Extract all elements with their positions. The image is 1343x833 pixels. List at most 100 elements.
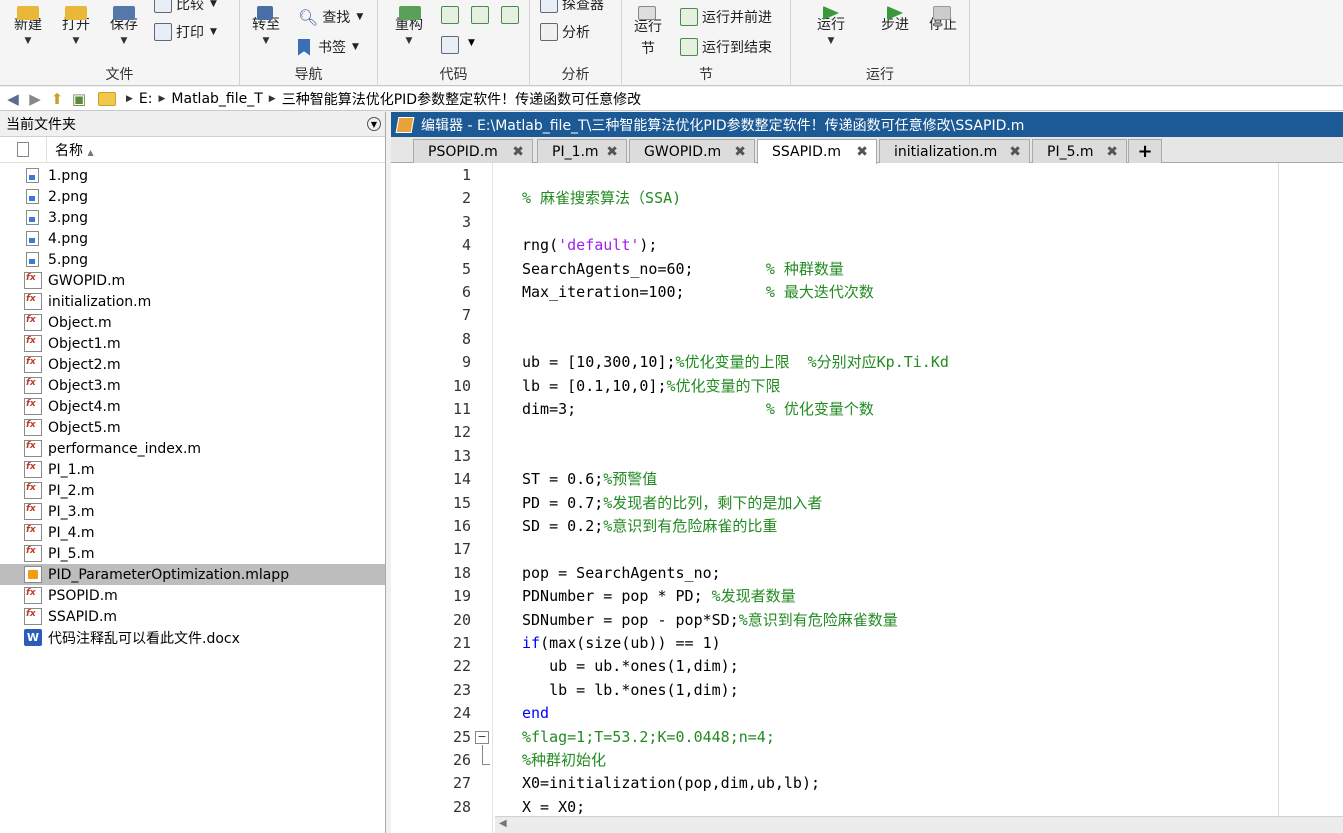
code-line[interactable]: SearchAgents_no=60; % 种群数量 [522, 258, 844, 281]
file-row[interactable]: Object4.m [0, 396, 385, 417]
step-button[interactable]: 步进 [877, 6, 913, 34]
line-number: 19 [452, 587, 471, 606]
panel-menu-icon[interactable]: ▼ [367, 117, 381, 131]
open-button[interactable]: 打开 ▼ [58, 6, 94, 46]
file-row[interactable]: W 代码注释乱可以看此文件.docx [0, 627, 385, 648]
comment-icon[interactable] [471, 6, 489, 24]
run-button[interactable]: 运行 ▼ [813, 6, 849, 46]
code-line[interactable]: pop = SearchAgents_no; [522, 562, 721, 585]
add-tab-icon[interactable]: + [1128, 139, 1162, 163]
close-icon[interactable]: ✖ [734, 144, 746, 160]
chevron-down-icon[interactable]: ▼ [468, 38, 475, 48]
find-button[interactable]: 🔍︎ 查找 ▼ [298, 7, 363, 27]
code-line[interactable]: %种群初始化 [522, 749, 606, 772]
code-token: SDNumber = pop - pop*SD; [522, 610, 739, 629]
code-text[interactable]: % 麻雀搜索算法（SSA) rng('default'); SearchAgents… [522, 163, 1277, 833]
editor-tab[interactable]: PSOPID.m ✖ [413, 139, 533, 163]
code-line[interactable]: %flag=1;T=53.2;K=0.0448;n=4; [522, 726, 775, 749]
fold-end-marker [482, 764, 490, 765]
code-line[interactable]: PD = 0.7;%发现者的比列，剩下的是加入者 [522, 492, 822, 515]
file-row[interactable]: 5.png [0, 249, 385, 270]
file-row[interactable]: Object2.m [0, 354, 385, 375]
editor-tab[interactable]: GWOPID.m ✖ [629, 139, 755, 163]
forward-icon[interactable]: ▶ [24, 90, 46, 108]
type-column-header[interactable] [0, 136, 47, 163]
horizontal-scrollbar[interactable]: ◀ [495, 816, 1343, 833]
editor-tab[interactable]: initialization.m ✖ [879, 139, 1030, 163]
tab-label: initialization.m [894, 143, 998, 160]
editor-tab[interactable]: PI_5.m ✖ [1032, 139, 1127, 163]
file-row[interactable]: 2.png [0, 186, 385, 207]
compare-button[interactable]: 比较 ▼ [154, 0, 217, 14]
code-line[interactable]: PDNumber = pop * PD; %发现者数量 [522, 585, 796, 608]
run-to-end-button[interactable]: 运行到结束 [680, 37, 772, 57]
file-row[interactable]: initialization.m [0, 291, 385, 312]
file-row[interactable]: PI_5.m [0, 543, 385, 564]
close-icon[interactable]: ✖ [1106, 144, 1118, 160]
code-line[interactable]: % 麻雀搜索算法（SSA) [522, 187, 681, 210]
file-row[interactable]: Object3.m [0, 375, 385, 396]
file-row[interactable]: PI_4.m [0, 522, 385, 543]
file-row[interactable]: PI_2.m [0, 480, 385, 501]
file-row[interactable]: PSOPID.m [0, 585, 385, 606]
name-column-header[interactable]: 名称 ▲ [47, 140, 94, 160]
close-icon[interactable]: ✖ [856, 144, 868, 160]
breadcrumb-folder1[interactable]: Matlab_file_T [171, 91, 262, 107]
file-row[interactable]: PI_3.m [0, 501, 385, 522]
insert-function-icon[interactable] [441, 36, 459, 54]
close-icon[interactable]: ✖ [512, 144, 524, 160]
code-line[interactable]: lb = [0.1,10,0];%优化变量的下限 [522, 375, 781, 398]
save-button[interactable]: 保存 ▼ [106, 6, 142, 46]
analyze-button[interactable]: 分析 [540, 22, 590, 42]
file-row[interactable]: Object.m [0, 312, 385, 333]
refactor-button[interactable]: 重构 ▼ [390, 6, 428, 46]
group-label-analyze: 分析 [561, 67, 590, 83]
file-row[interactable]: GWOPID.m [0, 270, 385, 291]
print-button[interactable]: 打印 ▼ [154, 22, 217, 42]
run-section-button[interactable]: 运行 节 [630, 6, 666, 58]
editor-tab[interactable]: PI_1.m ✖ [537, 139, 627, 163]
file-row[interactable]: 1.png [0, 165, 385, 186]
file-row[interactable]: SSAPID.m [0, 606, 385, 627]
insert-section-icon[interactable] [441, 6, 459, 24]
file-row[interactable]: 3.png [0, 207, 385, 228]
code-line[interactable]: ub = [10,300,10];%优化变量的上限 %分别对应Kp.Ti.Kd [522, 351, 949, 374]
code-line[interactable]: X0=initialization(pop,dim,ub,lb); [522, 772, 820, 795]
breadcrumb-drive[interactable]: E: [139, 91, 153, 107]
file-row[interactable]: performance_index.m [0, 438, 385, 459]
code-line[interactable]: Max_iteration=100; % 最大迭代次数 [522, 281, 874, 304]
fold-collapse-icon[interactable]: − [475, 730, 489, 744]
new-button[interactable]: 新建 ▼ [10, 6, 46, 46]
indent-icon[interactable] [501, 6, 519, 24]
scroll-left-icon[interactable]: ◀ [499, 818, 507, 829]
breadcrumb-folder2[interactable]: 三种智能算法优化PID参数整定软件！传递函数可任意修改 [282, 89, 641, 109]
file-row[interactable]: 4.png [0, 228, 385, 249]
code-line[interactable]: dim=3; % 优化变量个数 [522, 398, 874, 421]
close-icon[interactable]: ✖ [1009, 144, 1021, 160]
back-icon[interactable]: ◀ [2, 90, 24, 108]
run-advance-button[interactable]: 运行并前进 [680, 7, 772, 27]
file-row[interactable]: PI_1.m [0, 459, 385, 480]
code-line[interactable]: lb = lb.*ones(1,dim); [522, 679, 739, 702]
code-line[interactable]: SD = 0.2;%意识到有危险麻雀的比重 [522, 515, 777, 538]
stop-button[interactable]: 停止 [925, 6, 961, 34]
code-line[interactable]: ST = 0.6;%预警值 [522, 468, 657, 491]
file-row[interactable]: Object1.m [0, 333, 385, 354]
close-icon[interactable]: ✖ [606, 144, 618, 160]
code-line[interactable]: end [522, 702, 549, 725]
code-line[interactable]: SDNumber = pop - pop*SD;%意识到有危险麻雀数量 [522, 609, 898, 632]
file-row[interactable]: Object5.m [0, 417, 385, 438]
code-line[interactable]: ub = ub.*ones(1,dim); [522, 655, 739, 678]
profiler-button[interactable]: 探查器 [540, 0, 604, 14]
code-line[interactable]: rng('default'); [522, 234, 657, 257]
code-line[interactable]: if(max(size(ub)) == 1) [522, 632, 721, 655]
bookmark-button[interactable]: 书签 ▼ [298, 37, 359, 57]
goto-button[interactable]: 转至 ▼ [248, 6, 284, 46]
new-icon [17, 6, 39, 20]
up-folder-icon[interactable]: ⬆ [46, 90, 68, 108]
browse-folder-icon[interactable]: ▣ [68, 90, 90, 108]
file-row[interactable]: PID_ParameterOptimization.mlapp [0, 564, 385, 585]
current-folder-panel: 当前文件夹 ▼ 名称 ▲ 1.png 2.png 3.png 4.png 5.png GW… [0, 112, 386, 833]
code-area[interactable]: 1 2 3 4 5 6 7 8 9 10 11 12 13 14 15 16 17 18 19 20 21 22 23 24 2… [391, 163, 1343, 833]
editor-tab[interactable]: SSAPID.m ✖ [757, 139, 877, 164]
